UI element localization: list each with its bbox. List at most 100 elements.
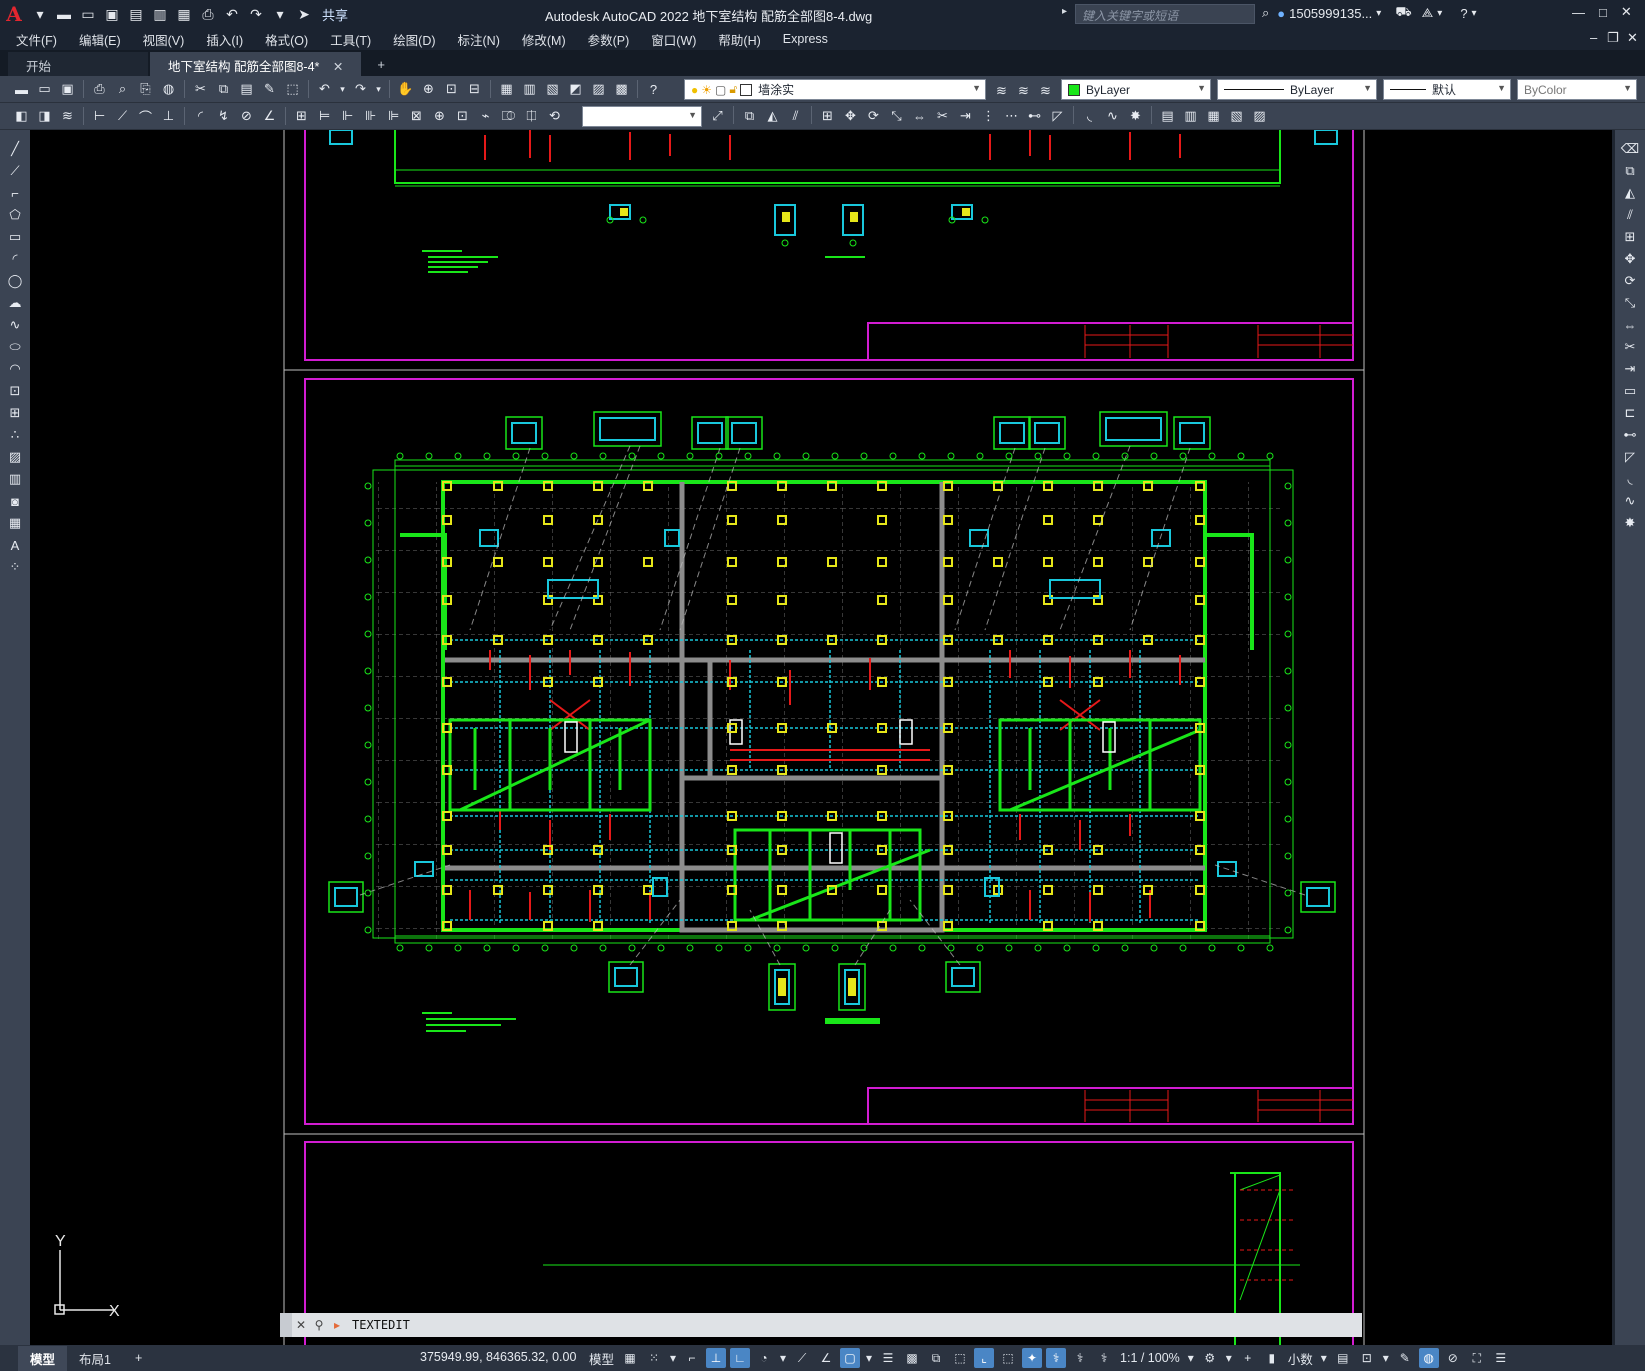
snap-icon[interactable]: ⁙ <box>644 1348 664 1368</box>
osnap-tracking-icon[interactable]: ∠ <box>816 1348 836 1368</box>
calculator-icon[interactable]: ▩ <box>612 79 632 99</box>
dim-jogged-icon[interactable]: ↯ <box>214 106 234 126</box>
space-toggle[interactable]: 模型 <box>589 1349 614 1368</box>
ellipse-arc-icon[interactable]: ◠ <box>5 359 25 379</box>
break-point-icon[interactable]: ⋮ <box>979 106 999 126</box>
workspace-chevron-icon[interactable]: ▾ <box>1224 1348 1234 1368</box>
menu-tools[interactable]: 工具(T) <box>330 30 371 49</box>
clean-screen-icon[interactable]: ⊘ <box>1443 1348 1463 1368</box>
color-dropdown[interactable]: ByLayer ▼ <box>1061 79 1211 100</box>
rotate-icon[interactable]: ⟳ <box>864 106 884 126</box>
hatch-icon[interactable]: ▨ <box>5 447 25 467</box>
copy-icon[interactable]: ⧉ <box>214 79 234 99</box>
tab-start[interactable]: 开始 <box>8 52 148 76</box>
redo-chevron-icon[interactable]: ▾ <box>374 79 384 99</box>
dim-edit-icon[interactable]: ⎄ <box>499 106 519 126</box>
offset-icon[interactable]: ⫽ <box>786 106 806 126</box>
make-current-layer-icon[interactable]: ≋ <box>992 81 1012 101</box>
fillet-side-icon[interactable]: ◟ <box>1620 469 1640 489</box>
dim-ordinate-icon[interactable]: ⊥ <box>159 106 179 126</box>
units-chevron-icon[interactable]: ▾ <box>1319 1348 1329 1368</box>
share-button[interactable]: 共享 <box>322 5 348 24</box>
explode-icon[interactable]: ✸ <box>1126 106 1146 126</box>
inspect-icon[interactable]: ⊡ <box>453 106 473 126</box>
save-web-icon[interactable]: ▦ <box>174 4 194 24</box>
dim-arc-icon[interactable]: ⌒ <box>136 106 156 126</box>
customization-icon[interactable]: ☰ <box>1491 1348 1511 1368</box>
hardware-acceleration-icon[interactable]: ◍ <box>1418 1348 1439 1368</box>
search-input[interactable]: 键入关键字或短语 <box>1075 4 1255 24</box>
break-side-icon[interactable]: ⊏ <box>1620 403 1640 423</box>
break-point-side-icon[interactable]: ▭ <box>1620 381 1640 401</box>
command-line[interactable]: ✕ ⚲ ▸ TEXTEDIT <box>280 1313 1362 1337</box>
menu-express[interactable]: Express <box>783 32 828 46</box>
transparency-icon[interactable]: ▩ <box>902 1348 922 1368</box>
dynamic-input-icon[interactable]: ⊥ <box>706 1348 727 1368</box>
block-editor-icon[interactable]: ⬚ <box>283 79 303 99</box>
markup-icon[interactable]: ▨ <box>589 79 609 99</box>
region-icon[interactable]: ◙ <box>5 491 25 511</box>
sheet-set-icon[interactable]: ◩ <box>566 79 586 99</box>
new-tab-icon[interactable]: + <box>371 53 391 76</box>
annotation-monitor-icon[interactable]: + <box>1238 1348 1258 1368</box>
menu-modify[interactable]: 修改(M) <box>522 30 566 49</box>
autocad-logo-icon[interactable]: A <box>0 2 28 26</box>
units-icon[interactable]: ▮ <box>1262 1348 1282 1368</box>
stretch-icon[interactable]: ⇔ <box>910 106 930 126</box>
trim-icon[interactable]: ✂ <box>933 106 953 126</box>
text-front-icon[interactable]: ▧ <box>1227 106 1247 126</box>
doc-minimize-icon[interactable]: – <box>1590 30 1597 45</box>
annotation-visibility-icon[interactable]: ⚕ <box>1046 1348 1067 1368</box>
menu-dimension[interactable]: 标注(N) <box>458 30 500 49</box>
save-as-icon[interactable]: ▤ <box>126 4 146 24</box>
help-chevron-icon[interactable]: ▾ <box>1472 8 1477 19</box>
polyline-icon[interactable]: ⌐ <box>5 183 25 203</box>
isolate-objects-icon[interactable]: ✎ <box>1395 1348 1415 1368</box>
properties-icon[interactable]: ▦ <box>497 79 517 99</box>
copy-side-icon[interactable]: ⧉ <box>1620 161 1640 181</box>
add-selected-icon[interactable]: ⁘ <box>5 557 25 577</box>
close-icon[interactable]: ✕ <box>1621 4 1632 20</box>
add-layout-icon[interactable]: + <box>123 1348 154 1368</box>
new-file-icon[interactable]: ▬ <box>54 4 74 24</box>
zoom-realtime-icon[interactable]: ⊕ <box>419 79 439 99</box>
offset-side-icon[interactable]: ⫽ <box>1620 205 1640 225</box>
command-close-icon[interactable]: ✕ <box>292 1318 310 1332</box>
line-icon[interactable]: ╱ <box>5 139 25 159</box>
send-back-icon[interactable]: ▦ <box>1204 106 1224 126</box>
layer-sun-icon[interactable]: ☀ <box>701 83 712 97</box>
annotation-scale-icon[interactable]: ⚕ <box>1094 1348 1114 1368</box>
layer-state-icon[interactable]: ≋ <box>1036 81 1056 101</box>
tab-drawing[interactable]: 地下室结构 配筋全部图8-4* ✕ <box>150 52 362 76</box>
lock-chevron-icon[interactable]: ▾ <box>1381 1348 1391 1368</box>
bring-front-icon[interactable]: ▥ <box>1181 106 1201 126</box>
coordinates-readout[interactable]: 375949.99, 846365.32, 0.00 <box>420 1350 576 1364</box>
tab-layout1[interactable]: 布局1 <box>67 1346 123 1371</box>
doc-close-icon[interactable]: ✕ <box>1627 30 1638 46</box>
infer-constraints-icon[interactable]: ⌐ <box>682 1348 702 1368</box>
mirror-side-icon[interactable]: ◭ <box>1620 183 1640 203</box>
layer-viewport-icon[interactable]: ▢ <box>715 83 726 97</box>
cut-icon[interactable]: ✂ <box>191 79 211 99</box>
open-web-icon[interactable]: ▥ <box>150 4 170 24</box>
paste-icon[interactable]: ▤ <box>237 79 257 99</box>
mtext-icon[interactable]: A <box>5 535 25 555</box>
undo-tool-icon[interactable]: ↶ <box>315 79 335 99</box>
design-center-icon[interactable]: ▥ <box>520 79 540 99</box>
join-icon[interactable]: ⊷ <box>1025 106 1045 126</box>
plot-icon[interactable]: ⎙ <box>198 4 218 24</box>
search-expand-icon[interactable]: ▸ <box>1062 6 1067 17</box>
save-tool-icon[interactable]: ▣ <box>58 79 78 99</box>
join-side-icon[interactable]: ⊷ <box>1620 425 1640 445</box>
circle-icon[interactable]: ◯ <box>5 271 25 291</box>
blend-side-icon[interactable]: ∿ <box>1620 491 1640 511</box>
dim-aligned-icon[interactable]: ⟋ <box>113 106 133 126</box>
snap-chevron-icon[interactable]: ▾ <box>668 1348 678 1368</box>
gradient-icon[interactable]: ▥ <box>5 469 25 489</box>
menu-window[interactable]: 窗口(W) <box>651 30 696 49</box>
dimstyle-dropdown[interactable]: ▼ <box>582 106 702 127</box>
mirror-icon[interactable]: ◭ <box>763 106 783 126</box>
dim-style-icon[interactable]: ⤢ <box>708 106 728 126</box>
plot-preview-icon[interactable]: ⌕ <box>113 79 133 99</box>
undo-chevron-icon[interactable]: ▾ <box>338 79 348 99</box>
